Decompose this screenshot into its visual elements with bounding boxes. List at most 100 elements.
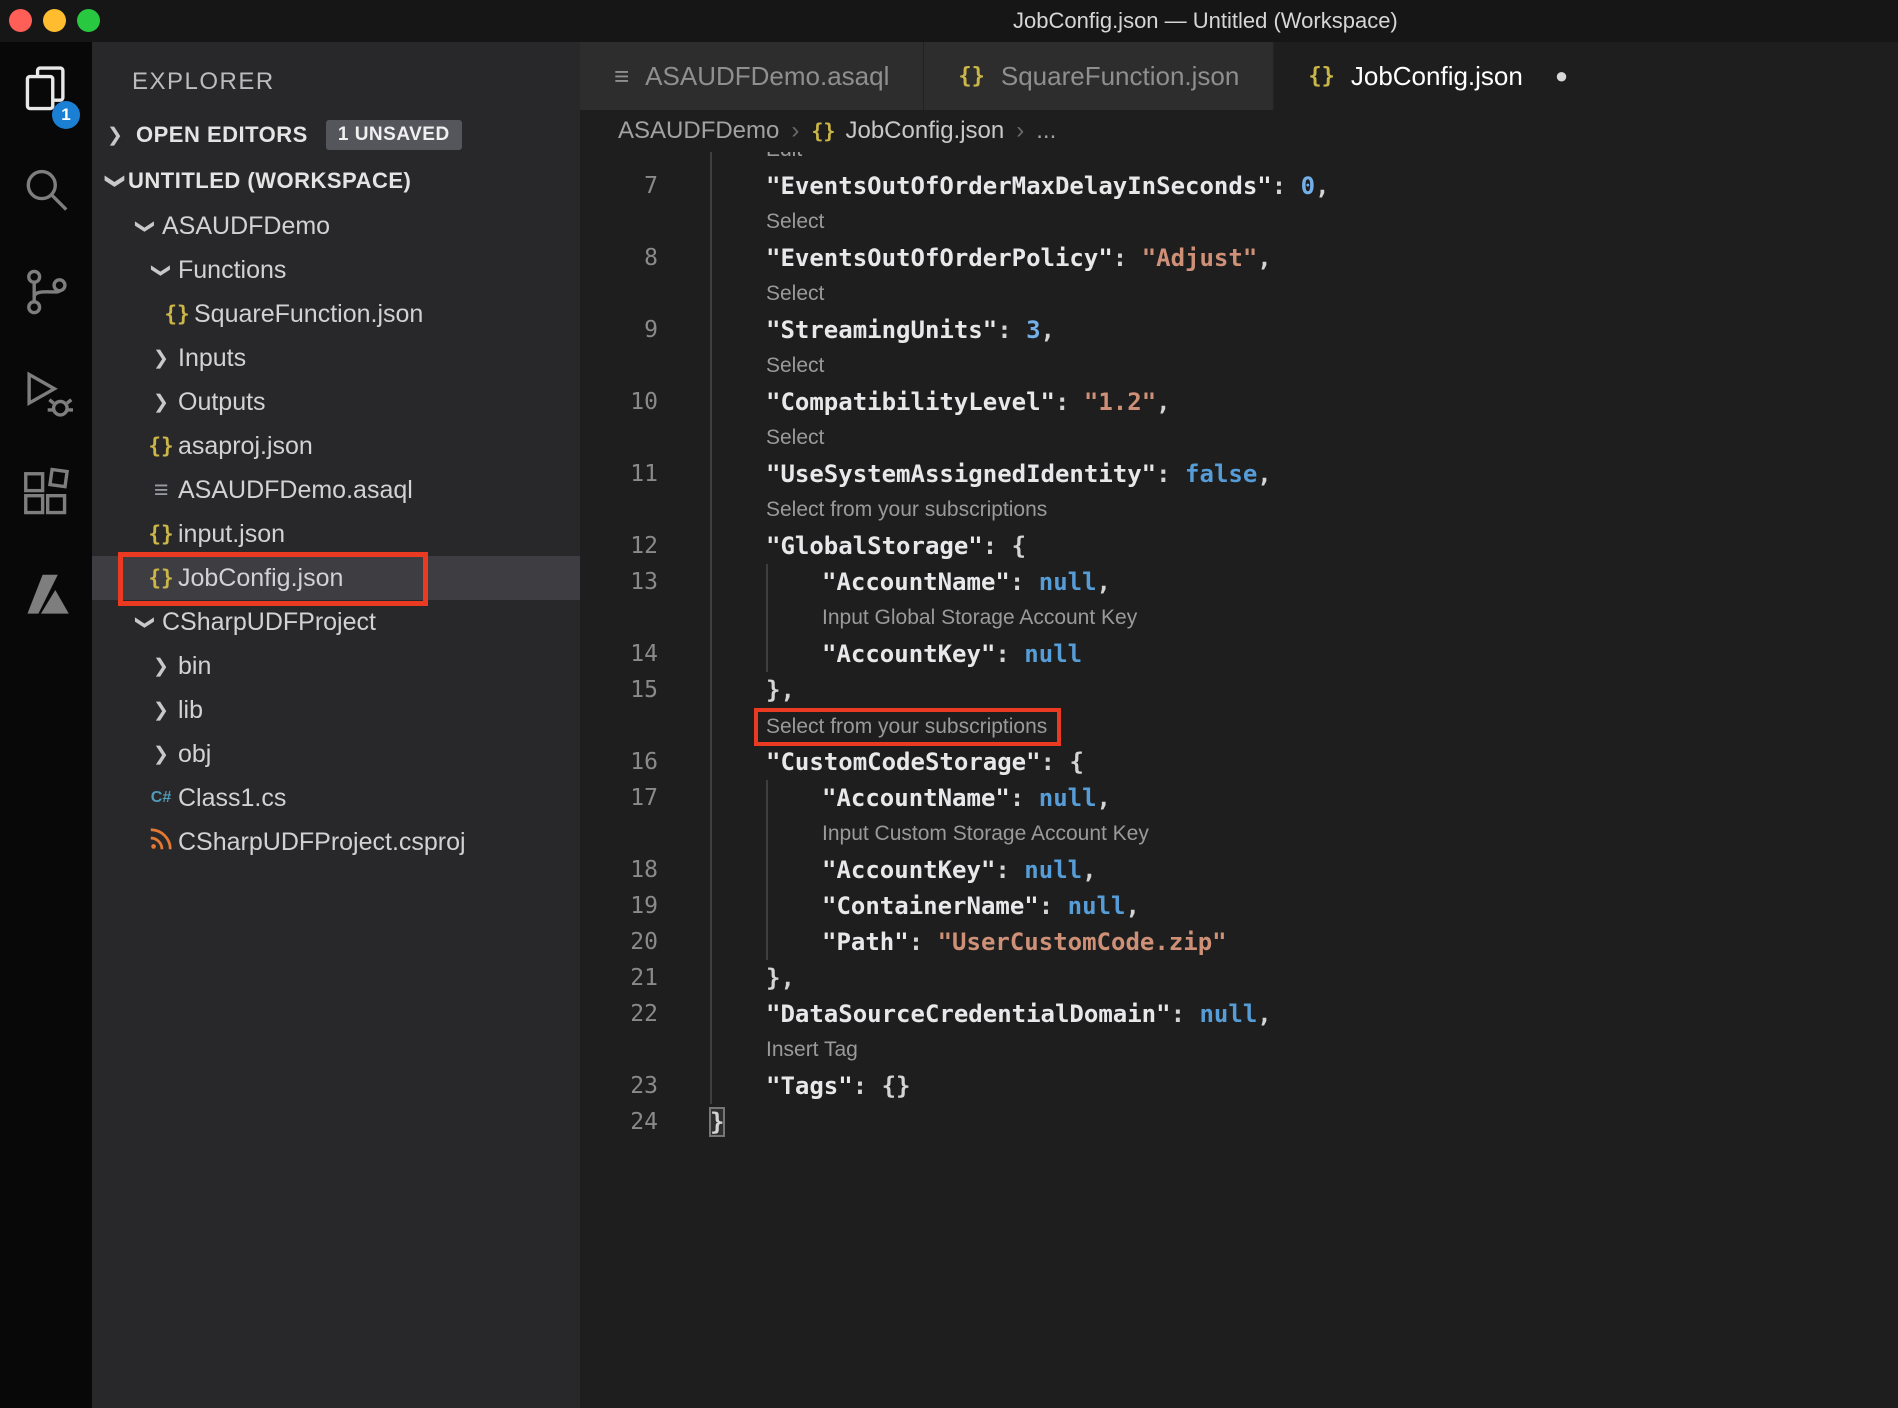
activity-azure-button[interactable]	[0, 547, 92, 648]
code-text[interactable]: "CompatibilityLevel": "1.2",	[766, 384, 1171, 420]
title-bar: JobConfig.json — Untitled (Workspace)	[0, 0, 1898, 42]
tree-item-class1-cs[interactable]: C# Class1.cs	[92, 776, 580, 820]
tree-item-label: input.json	[178, 519, 286, 548]
tree-item-outputs[interactable]: ❯ Outputs	[92, 380, 580, 424]
open-editors-header[interactable]: ❯ OPEN EDITORS 1 UNSAVED	[92, 112, 580, 158]
code-text[interactable]: "EventsOutOfOrderMaxDelayInSeconds": 0,	[766, 168, 1330, 204]
indent-guide	[710, 600, 712, 636]
token-kw: false	[1185, 460, 1258, 488]
tab-jobconfig-json[interactable]: {} JobConfig.json ●	[1274, 42, 1603, 110]
tree-item-label: ASAUDFDemo	[162, 211, 331, 240]
code-text[interactable]: "Tags": {}	[766, 1068, 911, 1104]
token-punct: ,	[1125, 892, 1140, 920]
code-text[interactable]: "DataSourceCredentialDomain": null,	[766, 996, 1272, 1032]
activity-source-control-button[interactable]	[0, 244, 92, 345]
token-punct: :	[1112, 244, 1142, 272]
codelens-action[interactable]: Select	[766, 276, 824, 312]
code-text[interactable]: "StreamingUnits": 3,	[766, 312, 1055, 348]
breadcrumb-item-asaudfdemo[interactable]: ASAUDFDemo	[618, 117, 779, 145]
activity-search-button[interactable]	[0, 143, 92, 244]
indent-guide	[766, 600, 768, 636]
token-punct: },	[766, 676, 795, 704]
code-text[interactable]: },	[766, 672, 795, 708]
code-line-13: 13 "AccountName": null,	[580, 564, 1898, 600]
tree-item-jobconfig-json[interactable]: {} JobConfig.json	[92, 552, 580, 606]
codelens-action[interactable]: Select	[766, 348, 824, 384]
indent-guide	[766, 564, 768, 600]
tree-item-input-json[interactable]: {} input.json	[92, 512, 580, 556]
activity-run-debug-button[interactable]	[0, 345, 92, 446]
codelens-action[interactable]: Select from your subscriptions	[754, 708, 1062, 746]
code-text[interactable]: "GlobalStorage": {	[766, 528, 1026, 564]
codelens-action[interactable]: Edit	[766, 152, 802, 168]
indent-guide	[710, 852, 712, 888]
line-number: 17	[630, 785, 658, 811]
code-line-16: 16 "CustomCodeStorage": {	[580, 744, 1898, 780]
tree-item-lib[interactable]: ❯ lib	[92, 688, 580, 732]
tree-item-inputs[interactable]: ❯ Inputs	[92, 336, 580, 380]
tree-item-asaudfdemo-asaql[interactable]: ≡ ASAUDFDemo.asaql	[92, 468, 580, 512]
tree-item-obj[interactable]: ❯ obj	[92, 732, 580, 776]
code-line-19: 19 "ContainerName": null,	[580, 888, 1898, 924]
code-text[interactable]: "AccountName": null,	[822, 780, 1111, 816]
code-text[interactable]: "EventsOutOfOrderPolicy": "Adjust",	[766, 240, 1272, 276]
codelens-action[interactable]: Input Custom Storage Account Key	[822, 816, 1149, 852]
code-text[interactable]: "AccountKey": null,	[822, 852, 1097, 888]
tab-label: JobConfig.json	[1350, 60, 1523, 91]
vscode-window: JobConfig.json — Untitled (Workspace) 1	[0, 0, 1898, 1408]
token-punct: :	[997, 316, 1027, 344]
code-line-22: 22 "DataSourceCredentialDomain": null,	[580, 996, 1898, 1032]
token-key: "UseSystemAssignedIdentity"	[766, 460, 1157, 488]
tree-item-functions[interactable]: ❯ Functions	[92, 248, 580, 292]
source-control-icon	[19, 265, 73, 324]
token-key: "GlobalStorage"	[766, 532, 983, 560]
code-text[interactable]: "ContainerName": null,	[822, 888, 1140, 924]
close-window-button[interactable]	[9, 9, 32, 32]
workspace-label: UNTITLED (WORKSPACE)	[128, 168, 412, 193]
activity-extensions-button[interactable]	[0, 446, 92, 547]
asaql-file-icon: ≡	[153, 475, 169, 504]
code-text[interactable]: "AccountName": null,	[822, 564, 1111, 600]
code-text[interactable]: "AccountKey": null	[822, 636, 1082, 672]
code-text[interactable]: },	[766, 960, 795, 996]
codelens-line: Input Custom Storage Account Key	[580, 816, 1898, 852]
editor[interactable]: Edit 7 "EventsOutOfOrderMaxDelayInSeconds"…	[580, 152, 1898, 1408]
codelens-action[interactable]: Select from your subscriptions	[766, 492, 1047, 528]
tree-item-csharpudfproject[interactable]: ❯ CSharpUDFProject	[92, 600, 580, 644]
tree-item-label: CSharpUDFProject	[162, 607, 376, 636]
tab-label: SquareFunction.json	[1000, 60, 1240, 91]
token-kw: null	[1067, 892, 1126, 920]
codelens-action[interactable]: Select	[766, 420, 824, 456]
token-key: "CompatibilityLevel"	[766, 388, 1055, 416]
line-number: 22	[630, 1001, 658, 1027]
tree-item-csharpudfproject-csproj[interactable]: CSharpUDFProject.csproj	[92, 820, 580, 864]
tree-item-asaudfdemo[interactable]: ❯ ASAUDFDemo	[92, 204, 580, 248]
code-text[interactable]: }	[708, 1104, 726, 1140]
code-text[interactable]: "Path": "UserCustomCode.zip"	[822, 924, 1227, 960]
codelens-action[interactable]: Select	[766, 204, 824, 240]
code-text[interactable]: "UseSystemAssignedIdentity": false,	[766, 456, 1272, 492]
tree-item-bin[interactable]: ❯ bin	[92, 644, 580, 688]
json-file-icon: {}	[958, 63, 985, 89]
tree-item-asaproj-json[interactable]: {} asaproj.json	[92, 424, 580, 468]
token-punct: ,	[1315, 172, 1330, 200]
breadcrumb-item--[interactable]: ...	[1036, 117, 1056, 145]
token-punct: :	[995, 640, 1025, 668]
workspace-section-header[interactable]: ❯ UNTITLED (WORKSPACE)	[92, 158, 580, 204]
minimize-window-button[interactable]	[43, 9, 66, 32]
codelens-line: Select from your subscriptions	[580, 708, 1898, 746]
tab-asaudfdemo-asaql[interactable]: ≡ ASAUDFDemo.asaql	[580, 42, 925, 110]
code-text[interactable]: "CustomCodeStorage": {	[766, 744, 1084, 780]
zoom-window-button[interactable]	[77, 9, 100, 32]
chevron-right-icon: ❯	[153, 655, 169, 677]
breadcrumb-item-jobconfig-json[interactable]: {} JobConfig.json	[811, 117, 1004, 145]
activity-explorer-button[interactable]: 1	[0, 42, 92, 143]
line-number: 10	[630, 389, 658, 415]
tree-item-squarefunction-json[interactable]: {} SquareFunction.json	[92, 292, 580, 336]
codelens-action[interactable]: Input Global Storage Account Key	[822, 600, 1137, 636]
codelens-action[interactable]: Insert Tag	[766, 1032, 858, 1068]
indent-guide	[710, 312, 712, 348]
code-line-12: 12 "GlobalStorage": {	[580, 528, 1898, 564]
tab-squarefunction-json[interactable]: {} SquareFunction.json	[924, 42, 1275, 110]
indent-guide	[710, 744, 712, 780]
